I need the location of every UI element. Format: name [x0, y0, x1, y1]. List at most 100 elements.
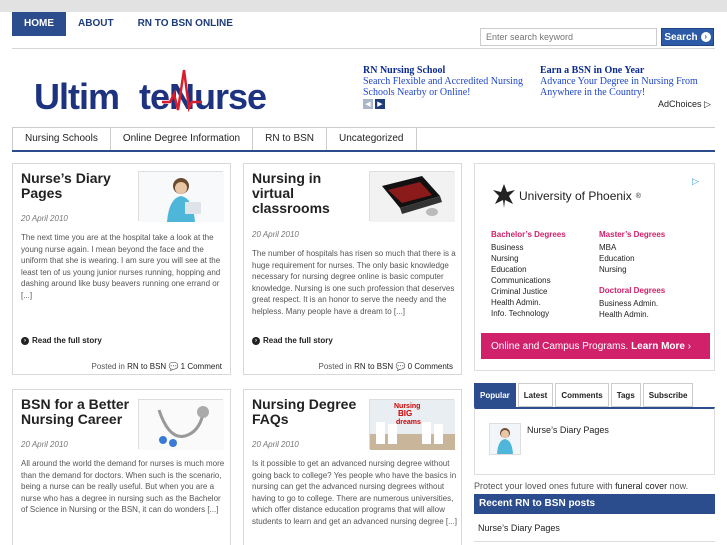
post-title[interactable]: Nursing in virtual classrooms [252, 171, 367, 216]
read-more-label: Read the full story [32, 336, 102, 345]
degree-item: Nursing [491, 254, 519, 263]
post-card: Nurse’s Diary Pages 20 April 2010 The ne… [12, 163, 231, 375]
cat-nursing-schools[interactable]: Nursing Schools [12, 128, 111, 150]
masters-heading: Master’s Degrees [599, 230, 666, 239]
search-button[interactable]: Search › [661, 28, 714, 46]
post-meta: Posted in RN to BSN 💬 1 Comment [91, 362, 222, 371]
bachelors-list: Business Nursing Education Communication… [491, 242, 551, 319]
read-more-link[interactable]: › Read the full story [252, 336, 333, 345]
funeral-cover-link[interactable]: funeral cover [615, 481, 667, 491]
recent-post-link[interactable]: Nurse’s Diary Pages [478, 523, 560, 533]
divider [12, 150, 715, 152]
post-excerpt: The next time you are at the hospital ta… [21, 233, 221, 300]
adchoices-label: AdChoices [658, 99, 702, 109]
page: HOME ABOUT RN TO BSN ONLINE Search › Ult… [0, 0, 727, 545]
arrow-right-icon: › [252, 336, 260, 345]
post-title[interactable]: Nurse’s Diary Pages [21, 171, 136, 201]
ad-desc: Search Flexible and Accredited Nursing S… [363, 76, 523, 98]
meta-prefix: Posted in [318, 362, 352, 371]
search-input[interactable] [480, 28, 657, 46]
popular-list: Nurse’s Diary Pages [474, 407, 715, 475]
heartbeat-icon [162, 69, 202, 113]
post-comments-link[interactable]: 0 Comments [408, 362, 453, 371]
phoenix-logo-icon [493, 184, 515, 208]
degree-item: Info. Technology [491, 309, 550, 318]
ad-earn-bsn[interactable]: Earn a BSN in One Year Advance Your Degr… [540, 65, 715, 98]
tab-latest[interactable]: Latest [517, 383, 554, 407]
post-comments-link[interactable]: 1 Comment [181, 362, 222, 371]
post-card: Nursing Degree FAQs Nursing BIG dreams 2… [243, 389, 462, 545]
degree-item: Education [491, 265, 527, 274]
chevron-left-icon[interactable]: ◀ [363, 99, 373, 109]
post-date: 20 April 2010 [252, 440, 299, 449]
ad-brand: University of Phoenix ® [493, 184, 641, 208]
top-nav: HOME ABOUT RN TO BSN ONLINE [12, 12, 245, 36]
learn-more-link[interactable]: Learn More [631, 341, 685, 352]
bachelors-heading: Bachelor’s Degrees [491, 230, 566, 239]
nav-about[interactable]: ABOUT [66, 12, 126, 36]
post-title[interactable]: BSN for a Better Nursing Career [21, 397, 136, 427]
arrow-right-icon: › [700, 32, 711, 42]
search-button-label: Search [664, 31, 698, 43]
recent-posts-heading: Recent RN to BSN posts [474, 494, 715, 514]
promo-prefix: Protect your loved ones future with [474, 481, 613, 491]
post-title[interactable]: Nursing Degree FAQs [252, 397, 367, 427]
chevron-right-icon[interactable]: ▶ [375, 99, 385, 109]
comment-icon: 💬 [395, 362, 406, 371]
degree-item: Education [599, 254, 635, 263]
arrow-right-icon: › [21, 336, 29, 345]
degree-item: Criminal Justice [491, 287, 548, 296]
ad-pager: ◀ ▶ [363, 99, 385, 109]
university-of-phoenix-ad[interactable]: University of Phoenix ® ▷ Bachelor’s Degr… [474, 163, 715, 371]
post-thumbnail[interactable] [138, 399, 224, 450]
cat-rn-to-bsn[interactable]: RN to BSN [253, 128, 328, 150]
ad-cta-bar[interactable]: Online and Campus Programs. Learn More › [481, 333, 710, 359]
thumb-text: BIG [398, 409, 412, 418]
nav-rn-to-bsn-online[interactable]: RN TO BSN ONLINE [126, 12, 245, 36]
category-nav: Nursing Schools Online Degree Informatio… [12, 127, 715, 151]
logo-part-2: teNurse [139, 76, 267, 117]
promo-text: Protect your loved ones future with fune… [474, 481, 688, 491]
site-logo[interactable]: Ultim teNurse [34, 69, 267, 118]
degree-item: Business [491, 243, 524, 252]
degree-item: Health Admin. [599, 310, 649, 319]
tab-tags[interactable]: Tags [610, 383, 641, 407]
degree-item: Health Admin. [491, 298, 541, 307]
degree-item: MBA [599, 243, 617, 252]
post-meta: Posted in RN to BSN 💬 0 Comments [318, 362, 453, 371]
thumb-text: dreams [396, 419, 421, 426]
brand-mark: ® [635, 192, 641, 200]
post-thumbnail[interactable] [138, 171, 224, 222]
degree-item: Nursing [599, 265, 627, 274]
ad-title[interactable]: Earn a BSN in One Year [540, 65, 715, 76]
read-more-label: Read the full story [263, 336, 333, 345]
divider [474, 541, 715, 542]
tab-comments[interactable]: Comments [555, 383, 609, 407]
popular-thumbnail[interactable] [489, 423, 521, 455]
post-excerpt: Is it possible to get an advanced nursin… [252, 459, 458, 526]
tab-subscribe[interactable]: Subscribe [642, 383, 694, 407]
degree-item: Business Admin. [599, 299, 659, 308]
ad-rn-nursing-school[interactable]: RN Nursing School Search Flexible and Ac… [363, 65, 538, 98]
doctoral-heading: Doctoral Degrees [599, 286, 666, 295]
nav-home[interactable]: HOME [12, 12, 66, 36]
top-strip [0, 0, 727, 12]
post-category-link[interactable]: RN to BSN [127, 362, 166, 371]
post-thumbnail[interactable] [369, 171, 455, 222]
adchoices-icon[interactable]: ▷ [692, 176, 704, 188]
sidebar-tabs: Popular Latest Comments Tags Subscribe [474, 383, 715, 407]
cat-online-degree-information[interactable]: Online Degree Information [111, 128, 254, 150]
divider [12, 48, 715, 49]
ad-title[interactable]: RN Nursing School [363, 65, 538, 76]
popular-item-title[interactable]: Nurse’s Diary Pages [527, 425, 609, 435]
brand-name: University of Phoenix [519, 189, 632, 203]
post-excerpt: The number of hospitals has risen so muc… [252, 249, 456, 316]
post-date: 20 April 2010 [21, 214, 68, 223]
comment-icon: 💬 [168, 362, 179, 371]
post-category-link[interactable]: RN to BSN [354, 362, 393, 371]
tab-popular[interactable]: Popular [474, 383, 516, 407]
read-more-link[interactable]: › Read the full story [21, 336, 102, 345]
cat-uncategorized[interactable]: Uncategorized [327, 128, 417, 150]
post-thumbnail[interactable]: Nursing BIG dreams [369, 399, 455, 450]
adchoices-link[interactable]: AdChoices ▷ [658, 99, 711, 110]
